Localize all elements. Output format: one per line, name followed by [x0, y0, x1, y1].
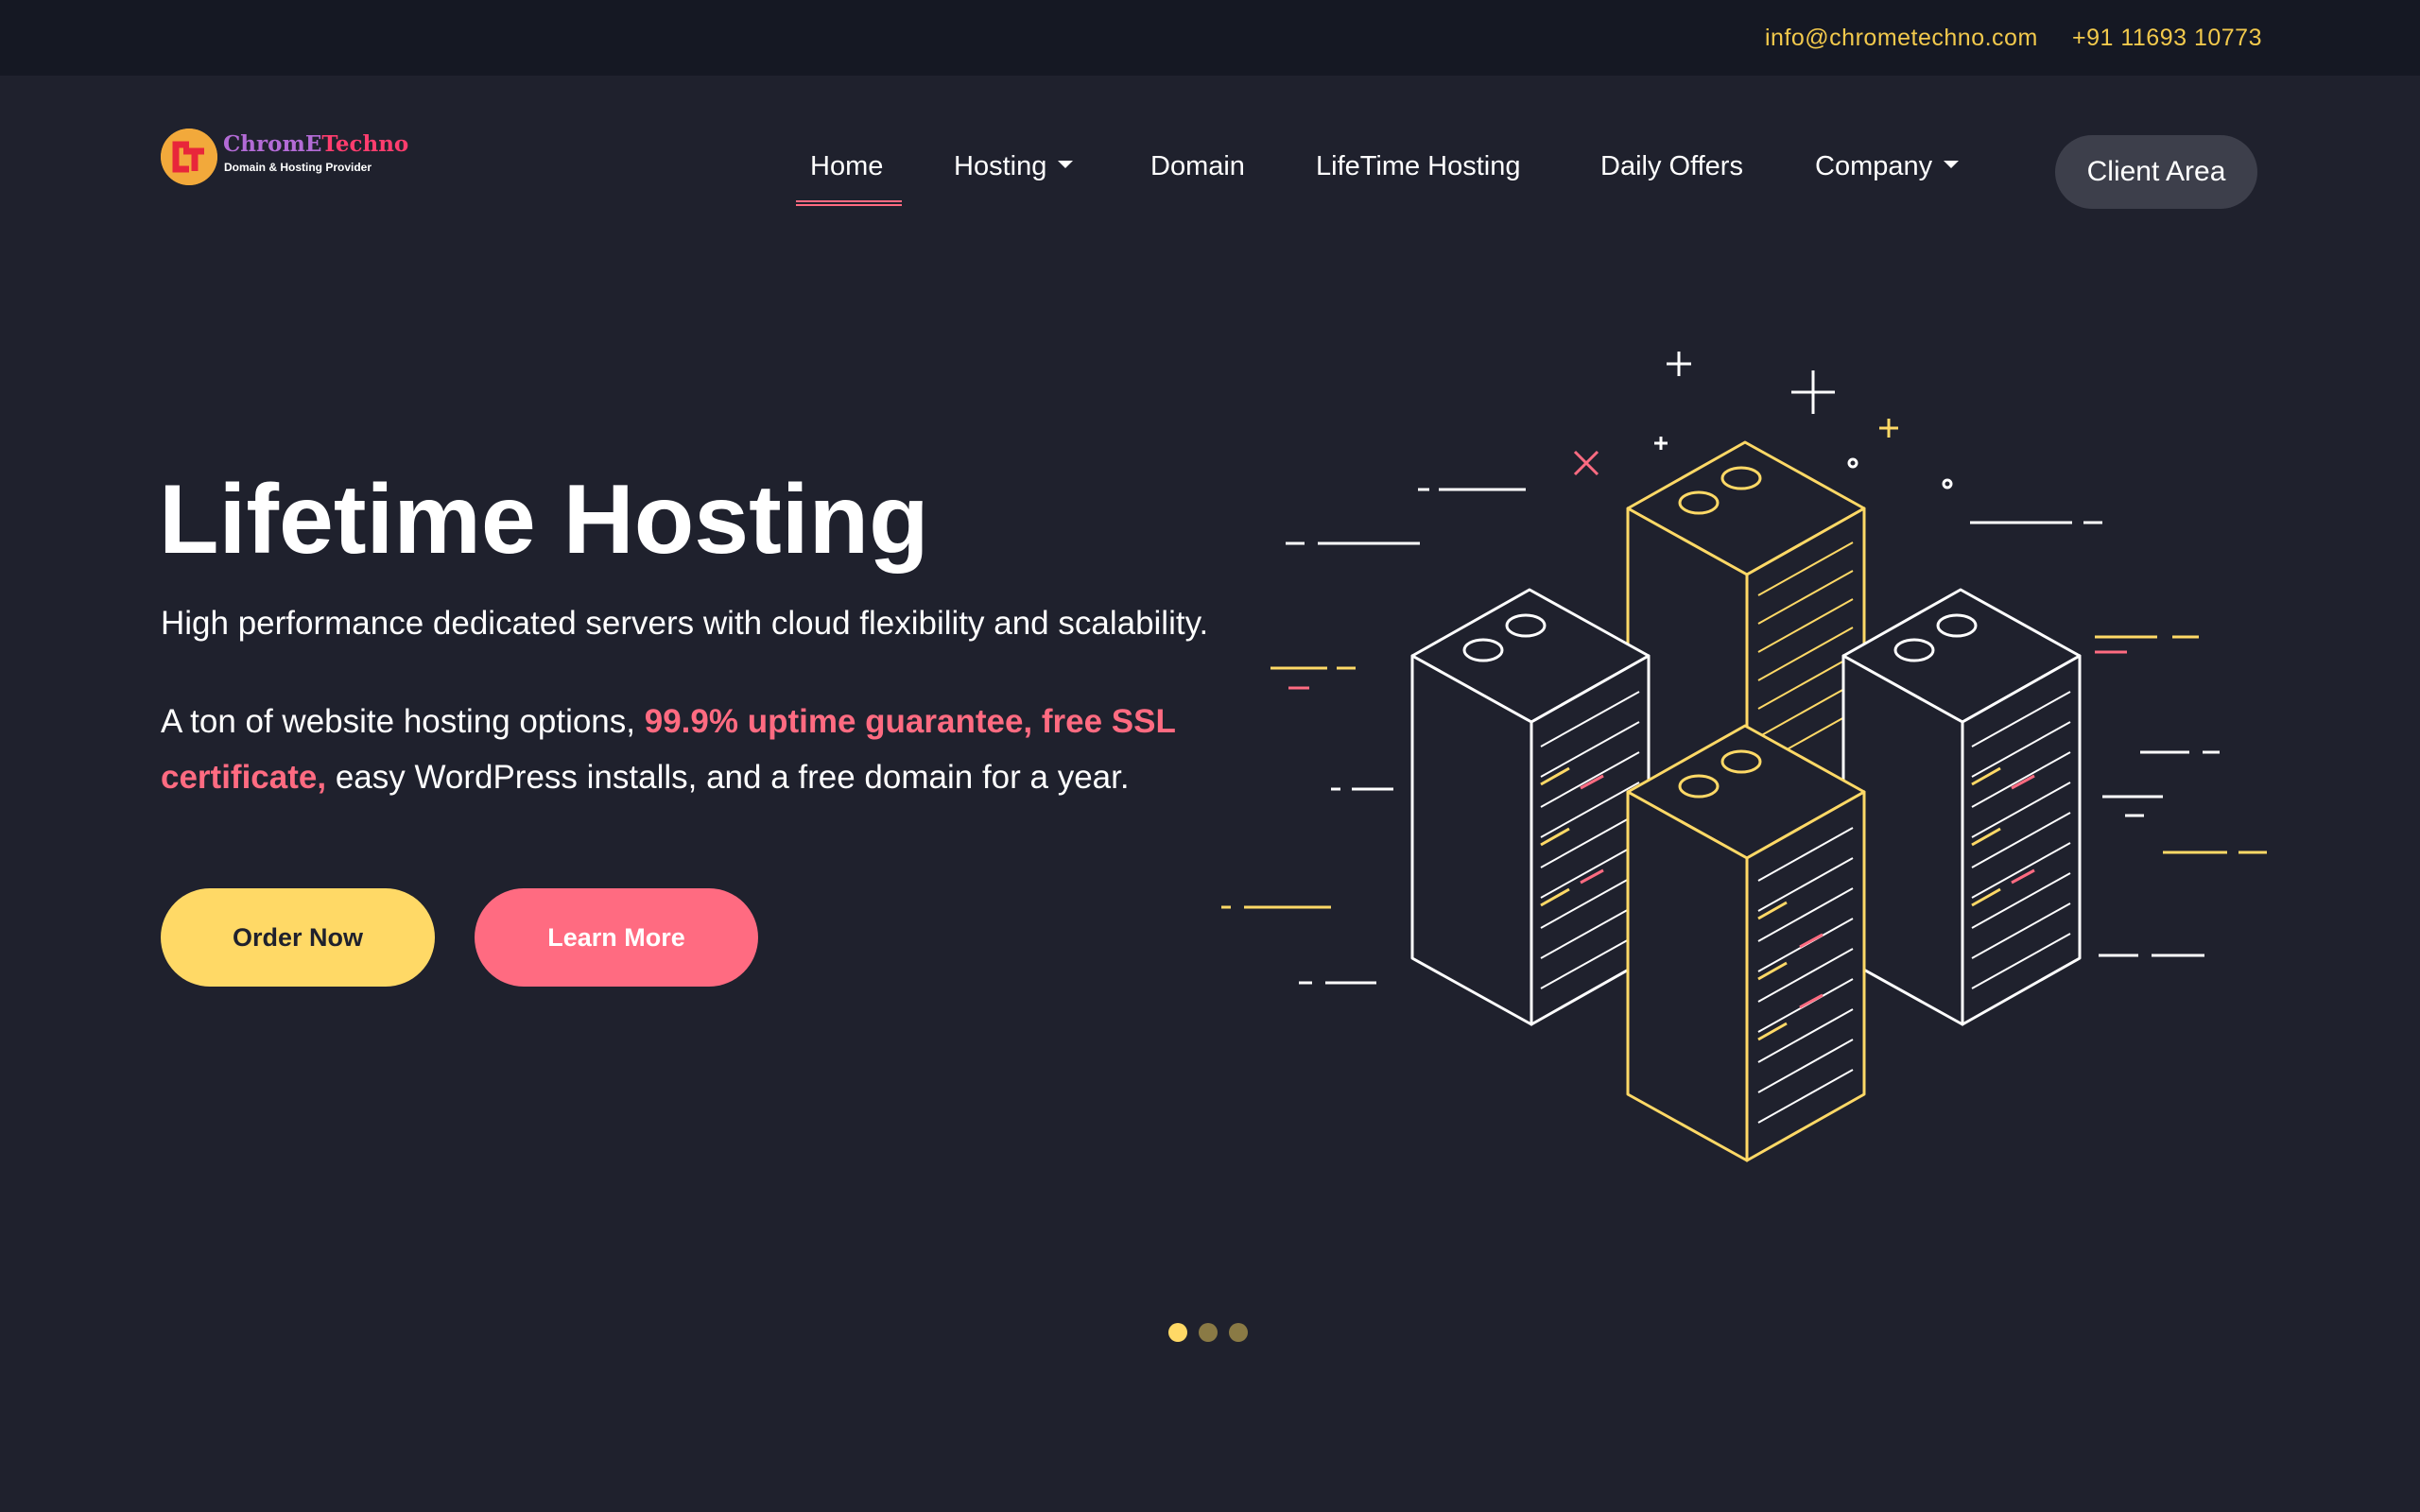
- nav-lifetime-hosting[interactable]: LifeTime Hosting: [1316, 151, 1521, 182]
- top-contact-bar: info@chrometechno.com +91 11693 10773: [0, 0, 2420, 76]
- order-now-button[interactable]: Order Now: [161, 888, 435, 987]
- hero-title: Lifetime Hosting: [159, 465, 929, 575]
- phone-link[interactable]: +91 11693 10773: [2072, 25, 2262, 52]
- site-logo[interactable]: ChromETechno Domain & Hosting Provider: [161, 129, 409, 189]
- logo-mark-icon: [161, 129, 217, 185]
- carousel-dot-1[interactable]: [1168, 1323, 1187, 1342]
- learn-more-button[interactable]: Learn More: [475, 888, 758, 987]
- nav-daily-offers[interactable]: Daily Offers: [1600, 151, 1743, 182]
- nav-home[interactable]: Home: [810, 151, 883, 182]
- hero-subtitle: High performance dedicated servers with …: [161, 605, 1209, 642]
- logo-tagline: Domain & Hosting Provider: [224, 161, 372, 174]
- chevron-down-icon: [1944, 161, 1960, 169]
- client-area-button[interactable]: Client Area: [2055, 135, 2257, 209]
- nav-company[interactable]: Company: [1815, 151, 1960, 182]
- chevron-down-icon: [1058, 161, 1074, 169]
- hero-description: A ton of website hosting options, 99.9% …: [161, 703, 1176, 796]
- nav-domain[interactable]: Domain: [1150, 151, 1245, 182]
- logo-title: ChromETechno: [223, 131, 409, 157]
- active-nav-underline: [796, 200, 902, 206]
- email-link[interactable]: info@chrometechno.com: [1765, 25, 2038, 52]
- nav-hosting[interactable]: Hosting: [954, 151, 1074, 182]
- carousel-dot-2[interactable]: [1199, 1323, 1218, 1342]
- carousel-dot-3[interactable]: [1229, 1323, 1248, 1342]
- server-rack-illustration: [1221, 352, 2267, 1162]
